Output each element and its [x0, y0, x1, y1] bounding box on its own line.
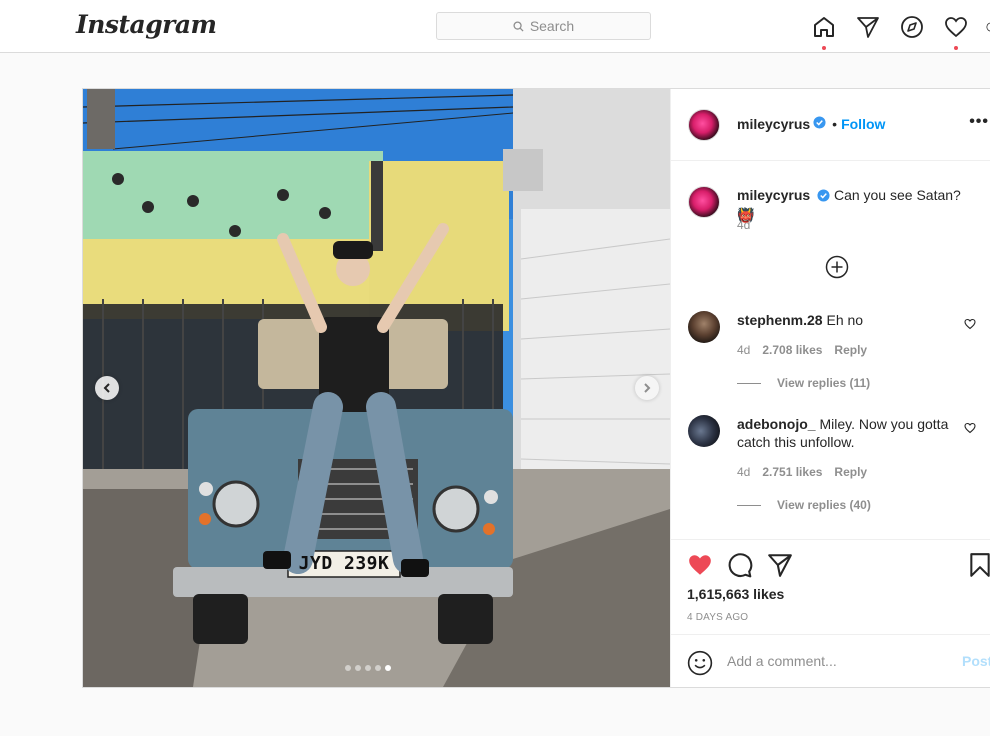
comment-like-icon[interactable] [964, 421, 976, 437]
plus-circle-icon [825, 255, 849, 279]
post-card: JYD 239K mileycyrus • Follow ••• mileycy… [82, 88, 990, 688]
post-author: mileycyrus • Follow [737, 116, 885, 132]
comments-list: mileycyrus Can you see Satan? 👹 4d steph… [671, 162, 990, 539]
nav-icons [810, 14, 990, 50]
post-sidebar: mileycyrus • Follow ••• mileycyrus Can y… [670, 89, 990, 687]
carousel-next-button[interactable] [635, 376, 659, 400]
carousel-dot [355, 665, 361, 671]
view-replies-button[interactable]: View replies (40) [737, 498, 871, 512]
caption-username[interactable]: mileycyrus [737, 187, 810, 203]
activity-icon[interactable] [942, 14, 970, 50]
comment-likes[interactable]: 2.708 likes [762, 343, 822, 357]
post-caption: mileycyrus Can you see Satan? 👹 [737, 186, 977, 224]
author-username[interactable]: mileycyrus [737, 116, 810, 132]
search-placeholder: Search [529, 18, 575, 34]
carousel-dot [345, 665, 351, 671]
verified-badge-icon [817, 188, 830, 206]
more-options-icon[interactable]: ••• [969, 113, 989, 131]
post-photo[interactable]: JYD 239K [83, 89, 670, 687]
carousel-dot-active [385, 665, 391, 671]
comment-likes[interactable]: 2.751 likes [762, 465, 822, 479]
share-icon[interactable] [767, 552, 793, 578]
follow-button[interactable]: Follow [841, 116, 885, 132]
top-nav: Instagram Search [0, 0, 990, 53]
comment-time[interactable]: 4d [737, 465, 750, 479]
comment-meta: 4d 2.708 likes Reply [737, 343, 879, 357]
likes-count[interactable]: 1,615,663 likes [687, 586, 784, 602]
comment-icon[interactable] [727, 552, 753, 578]
comment-body: adebonojo_ Miley. Now you gotta catch th… [737, 415, 957, 451]
comment-like-icon[interactable] [964, 317, 976, 333]
search-input[interactable]: Search [436, 12, 651, 40]
view-replies-button[interactable]: View replies (11) [737, 376, 870, 390]
comment-body: stephenm.28 Eh no [737, 311, 957, 329]
post-header: mileycyrus • Follow ••• [671, 89, 990, 161]
comment-meta: 4d 2.751 likes Reply [737, 465, 879, 479]
divider [737, 504, 761, 506]
view-replies-label: View replies (40) [777, 498, 871, 512]
add-comment-bar: Add a comment... Post [671, 634, 990, 687]
comment-text: Eh no [826, 312, 864, 328]
caption-text: Can you see Satan? [833, 187, 961, 203]
verified-badge-icon [813, 116, 826, 132]
comment-username[interactable]: adebonojo_ [737, 416, 816, 432]
search-icon [513, 20, 524, 32]
chevron-left-icon [103, 383, 110, 393]
direct-icon[interactable] [854, 14, 882, 40]
emoji-icon[interactable] [687, 650, 713, 679]
avatar[interactable] [688, 311, 720, 343]
carousel-prev-button[interactable] [95, 376, 119, 400]
activity-notification-dot [954, 46, 958, 50]
comment-time[interactable]: 4d [737, 343, 750, 357]
home-notification-dot [822, 46, 826, 50]
instagram-logo[interactable]: Instagram [76, 10, 217, 39]
post-actions: 1,615,663 likes 4 DAYS AGO [671, 539, 990, 634]
carousel-dot [375, 665, 381, 671]
reply-button[interactable]: Reply [834, 465, 867, 479]
home-icon[interactable] [810, 14, 838, 50]
post-comment-button[interactable]: Post [962, 653, 990, 669]
caption-timestamp[interactable]: 4d [737, 218, 750, 232]
reply-button[interactable]: Reply [834, 343, 867, 357]
carousel-indicator [345, 665, 395, 671]
save-bookmark-icon[interactable] [967, 552, 990, 578]
like-heart-icon[interactable] [687, 552, 713, 578]
comment-username[interactable]: stephenm.28 [737, 312, 823, 328]
license-plate-text: JYD 239K [298, 553, 390, 574]
header-separator: • [832, 116, 838, 132]
carousel-dot [365, 665, 371, 671]
divider [737, 382, 761, 384]
add-comment-input[interactable]: Add a comment... [727, 653, 837, 669]
post-timestamp[interactable]: 4 DAYS AGO [687, 612, 748, 623]
profile-icon[interactable] [986, 14, 990, 40]
caption-avatar[interactable] [688, 186, 720, 218]
avatar[interactable] [688, 415, 720, 447]
avatar[interactable] [688, 109, 720, 141]
load-more-comments-button[interactable] [825, 255, 849, 279]
chevron-right-icon [644, 383, 651, 393]
explore-icon[interactable] [898, 14, 926, 40]
view-replies-label: View replies (11) [777, 376, 871, 390]
